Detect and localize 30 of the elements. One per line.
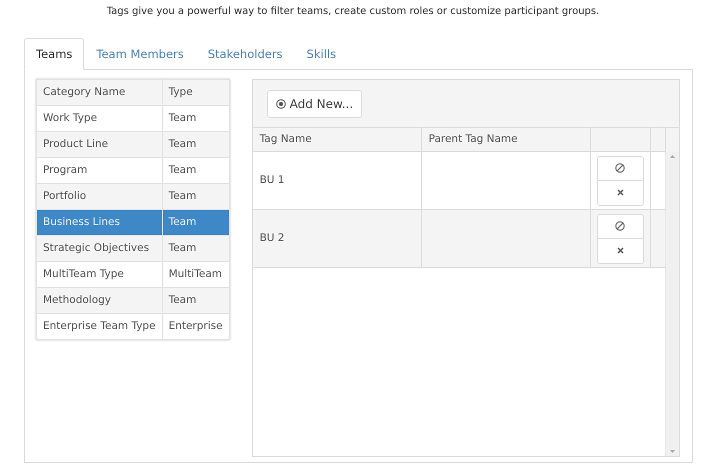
table-cell[interactable]: Team [162, 288, 230, 314]
table-cell[interactable]: Strategic Objectives [36, 236, 162, 262]
disable-button[interactable] [596, 214, 644, 238]
table-cell[interactable]: Team [162, 236, 230, 262]
table-cell[interactable]: Portfolio [36, 184, 162, 210]
table-cell[interactable]: Methodology [36, 288, 162, 314]
subtitle: Tags give you a powerful way to filter teams, create custom roles or customize participant groups. [106, 5, 600, 19]
disable-button[interactable] [596, 156, 644, 180]
close-icon [616, 189, 624, 196]
close-icon [616, 247, 624, 254]
table-cell[interactable]: Team [162, 184, 230, 210]
tab[interactable]: Team Members [84, 38, 196, 70]
add-circle-icon [276, 98, 286, 108]
scroll-up-icon[interactable] [670, 155, 675, 158]
tab[interactable]: Teams [24, 38, 84, 70]
tab[interactable]: Skills [294, 38, 348, 70]
column-header: Type [162, 80, 230, 106]
column-header: Category Name [36, 80, 162, 106]
disable-icon [615, 163, 626, 173]
table-cell[interactable]: Enterprise [162, 314, 230, 340]
tab[interactable]: Stakeholders [196, 38, 295, 70]
table-cell: BU 2 [252, 210, 422, 267]
table-cell[interactable]: Team [162, 132, 230, 158]
table-cell: BU 1 [252, 152, 422, 209]
scroll-down-icon[interactable] [670, 450, 675, 453]
disable-icon [615, 221, 626, 231]
scrollbar[interactable] [665, 152, 679, 456]
add-new-button[interactable]: Add New... [266, 90, 362, 118]
table-cell[interactable]: Enterprise Team Type [36, 314, 162, 340]
table-cell[interactable]: Product Line [36, 132, 162, 158]
